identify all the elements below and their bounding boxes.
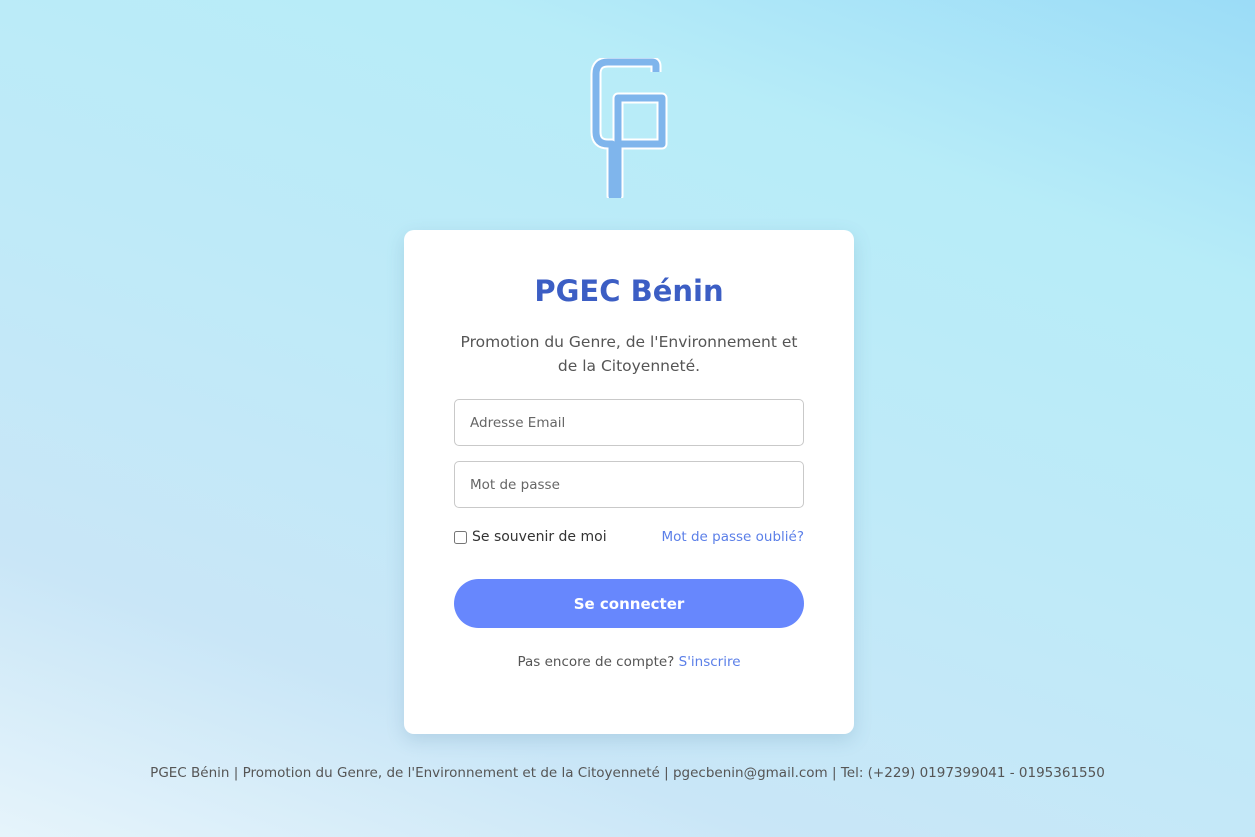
remember-me-checkbox[interactable] [454, 530, 467, 544]
remember-me[interactable]: Se souvenir de moi [454, 529, 607, 545]
signup-prompt: Pas encore de compte? [517, 654, 679, 670]
signup-row: Pas encore de compte? S'inscrire [404, 654, 854, 670]
pgec-logo-icon [590, 58, 668, 198]
page-subtitle: Promotion du Genre, de l'Environnement e… [460, 333, 798, 375]
login-card: PGEC Bénin Promotion du Genre, de l'Envi… [404, 230, 854, 734]
page-title: PGEC Bénin [534, 274, 724, 308]
footer-text: PGEC Bénin | Promotion du Genre, de l'En… [150, 765, 1105, 781]
password-field[interactable] [454, 461, 804, 508]
signup-link[interactable]: S'inscrire [679, 654, 741, 670]
remember-me-label: Se souvenir de moi [472, 529, 607, 545]
email-field[interactable] [454, 399, 804, 446]
login-button[interactable]: Se connecter [454, 579, 804, 628]
forgot-password-link[interactable]: Mot de passe oublié? [661, 529, 804, 545]
